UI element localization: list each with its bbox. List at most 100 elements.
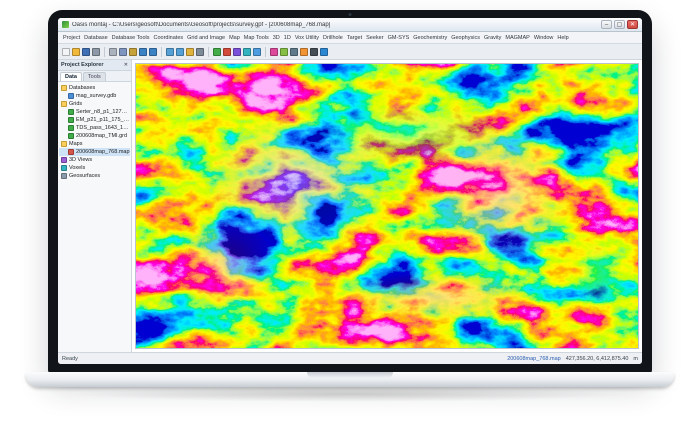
status-coordinates: 427,356.20, 6,412,875.40 bbox=[566, 356, 629, 362]
grid-icon bbox=[68, 133, 74, 139]
contour-tool-icon[interactable] bbox=[280, 48, 288, 56]
menu-item-3d[interactable]: 3D bbox=[271, 35, 282, 41]
zoom-in-icon[interactable] bbox=[166, 48, 174, 56]
menu-item-map[interactable]: Map bbox=[227, 35, 242, 41]
maximize-button[interactable]: ▢ bbox=[614, 20, 625, 29]
tree-item[interactable]: TDS_pass_1643_1mi_TinA.grd bbox=[59, 124, 130, 132]
paste-icon[interactable] bbox=[129, 48, 137, 56]
oasis-app-icon bbox=[62, 21, 69, 28]
workspace: Project Explorer ✕ Data Tools Databases bbox=[58, 60, 642, 352]
new-project-icon[interactable] bbox=[62, 48, 70, 56]
profile-tool-icon[interactable] bbox=[233, 48, 241, 56]
menu-item-window[interactable]: Window bbox=[532, 35, 556, 41]
laptop: Oasis montaj - C:\Users\geosoft\Document… bbox=[48, 10, 652, 374]
project-explorer-title: Project Explorer bbox=[61, 60, 104, 70]
status-bar: Ready 200608map_768.map 427,356.20, 6,41… bbox=[58, 352, 642, 364]
tree-item-label: 200608map_TMI.grd bbox=[76, 133, 130, 139]
page-background: Oasis montaj - C:\Users\geosoft\Document… bbox=[0, 0, 700, 421]
north-arrow-icon[interactable] bbox=[310, 48, 318, 56]
database-icon bbox=[68, 93, 74, 99]
undo-icon[interactable] bbox=[139, 48, 147, 56]
screen: Oasis montaj - C:\Users\geosoft\Document… bbox=[58, 18, 642, 364]
tree-item[interactable]: 200608map_TMI.grd bbox=[59, 132, 130, 140]
grid-icon bbox=[68, 109, 74, 115]
tree-item[interactable]: Serter_n8_p1_1275_41040.grd bbox=[59, 108, 130, 116]
minimize-button[interactable]: – bbox=[601, 20, 612, 29]
tree-item[interactable]: EM_p21_p11_175_41040_41.grd bbox=[59, 116, 130, 124]
menu-item-database[interactable]: Database bbox=[82, 35, 110, 41]
menu-item-gm-sys[interactable]: GM-SYS bbox=[386, 35, 412, 41]
tree-item[interactable]: Voxels bbox=[59, 164, 130, 172]
map-view[interactable] bbox=[132, 60, 642, 352]
open-project-icon[interactable] bbox=[72, 48, 80, 56]
menu-item-seeker[interactable]: Seeker bbox=[364, 35, 385, 41]
panel-close-icon[interactable]: ✕ bbox=[124, 60, 128, 70]
window-controls: – ▢ ✕ bbox=[601, 20, 638, 29]
tab-tools[interactable]: Tools bbox=[83, 72, 106, 81]
tree-item[interactable]: Geosurfaces bbox=[59, 172, 130, 180]
select-tool-icon[interactable] bbox=[196, 48, 204, 56]
map-tool-icon[interactable] bbox=[223, 48, 231, 56]
tree-item-label: EM_p21_p11_175_41040_41.grd bbox=[76, 117, 130, 123]
tree-item-label: Serter_n8_p1_1275_41040.grd bbox=[76, 109, 130, 115]
window-title: Oasis montaj - C:\Users\geosoft\Document… bbox=[72, 22, 598, 28]
tree-item[interactable]: Maps bbox=[59, 140, 130, 148]
toolbar-separator bbox=[265, 47, 266, 57]
menu-item-1d[interactable]: 1D bbox=[282, 35, 293, 41]
title-bar: Oasis montaj - C:\Users\geosoft\Document… bbox=[58, 18, 642, 32]
main-toolbar bbox=[58, 44, 642, 60]
database-tool-icon[interactable] bbox=[253, 48, 261, 56]
menu-item-magmap[interactable]: MAGMAP bbox=[503, 35, 531, 41]
print-icon[interactable] bbox=[92, 48, 100, 56]
status-message: Ready bbox=[62, 356, 507, 362]
redo-icon[interactable] bbox=[149, 48, 157, 56]
folder-icon bbox=[61, 85, 67, 91]
laptop-base bbox=[26, 372, 674, 387]
tab-data[interactable]: Data bbox=[60, 72, 82, 81]
shadow-tool-icon[interactable] bbox=[290, 48, 298, 56]
menu-item-vox-utility[interactable]: Vox Utility bbox=[293, 35, 321, 41]
tree-item[interactable]: Grids bbox=[59, 100, 130, 108]
folder-icon bbox=[61, 101, 67, 107]
explorer-tabs: Data Tools bbox=[58, 71, 131, 82]
tree-item[interactable]: Databases bbox=[59, 84, 130, 92]
cut-icon[interactable] bbox=[109, 48, 117, 56]
tree-item[interactable]: mag_survey.gdb bbox=[59, 92, 130, 100]
explorer-tree: Databases mag_survey.gdb Grids Sert bbox=[58, 82, 131, 352]
menu-item-gravity[interactable]: Gravity bbox=[482, 35, 503, 41]
menu-item-grid-and-image[interactable]: Grid and Image bbox=[185, 35, 227, 41]
menu-item-help[interactable]: Help bbox=[555, 35, 570, 41]
save-icon[interactable] bbox=[82, 48, 90, 56]
webcam-icon bbox=[349, 13, 352, 16]
geophysics-raster bbox=[136, 64, 638, 348]
menu-item-map-tools[interactable]: Map Tools bbox=[242, 35, 271, 41]
voxel-icon bbox=[61, 165, 67, 171]
menu-item-target[interactable]: Target bbox=[345, 35, 364, 41]
help-icon[interactable] bbox=[320, 48, 328, 56]
legend-tool-icon[interactable] bbox=[300, 48, 308, 56]
tree-item-label: mag_survey.gdb bbox=[76, 93, 130, 99]
pan-icon[interactable] bbox=[186, 48, 194, 56]
toolbar-separator bbox=[208, 47, 209, 57]
folder-icon bbox=[61, 141, 67, 147]
color-symbol-icon[interactable] bbox=[270, 48, 278, 56]
status-units: m bbox=[633, 356, 638, 362]
menu-item-drillhole[interactable]: Drillhole bbox=[321, 35, 345, 41]
tree-item-selected[interactable]: 200608map_768.map bbox=[59, 148, 130, 156]
grid-tool-icon[interactable] bbox=[213, 48, 221, 56]
menu-item-geochemistry[interactable]: Geochemistry bbox=[411, 35, 449, 41]
copy-icon[interactable] bbox=[119, 48, 127, 56]
menu-item-coordinates[interactable]: Coordinates bbox=[151, 35, 185, 41]
close-button[interactable]: ✕ bbox=[627, 20, 638, 29]
map-canvas[interactable] bbox=[135, 63, 639, 349]
menu-item-project[interactable]: Project bbox=[61, 35, 82, 41]
menu-item-database-tools[interactable]: Database Tools bbox=[110, 35, 152, 41]
laptop-shadow bbox=[70, 386, 630, 402]
menu-item-geophysics[interactable]: Geophysics bbox=[449, 35, 482, 41]
tree-item[interactable]: 3D Views bbox=[59, 156, 130, 164]
toolbar-separator bbox=[104, 47, 105, 57]
3d-view-icon[interactable] bbox=[243, 48, 251, 56]
zoom-out-icon[interactable] bbox=[176, 48, 184, 56]
tree-item-label: TDS_pass_1643_1mi_TinA.grd bbox=[76, 125, 130, 131]
grid-icon bbox=[68, 125, 74, 131]
